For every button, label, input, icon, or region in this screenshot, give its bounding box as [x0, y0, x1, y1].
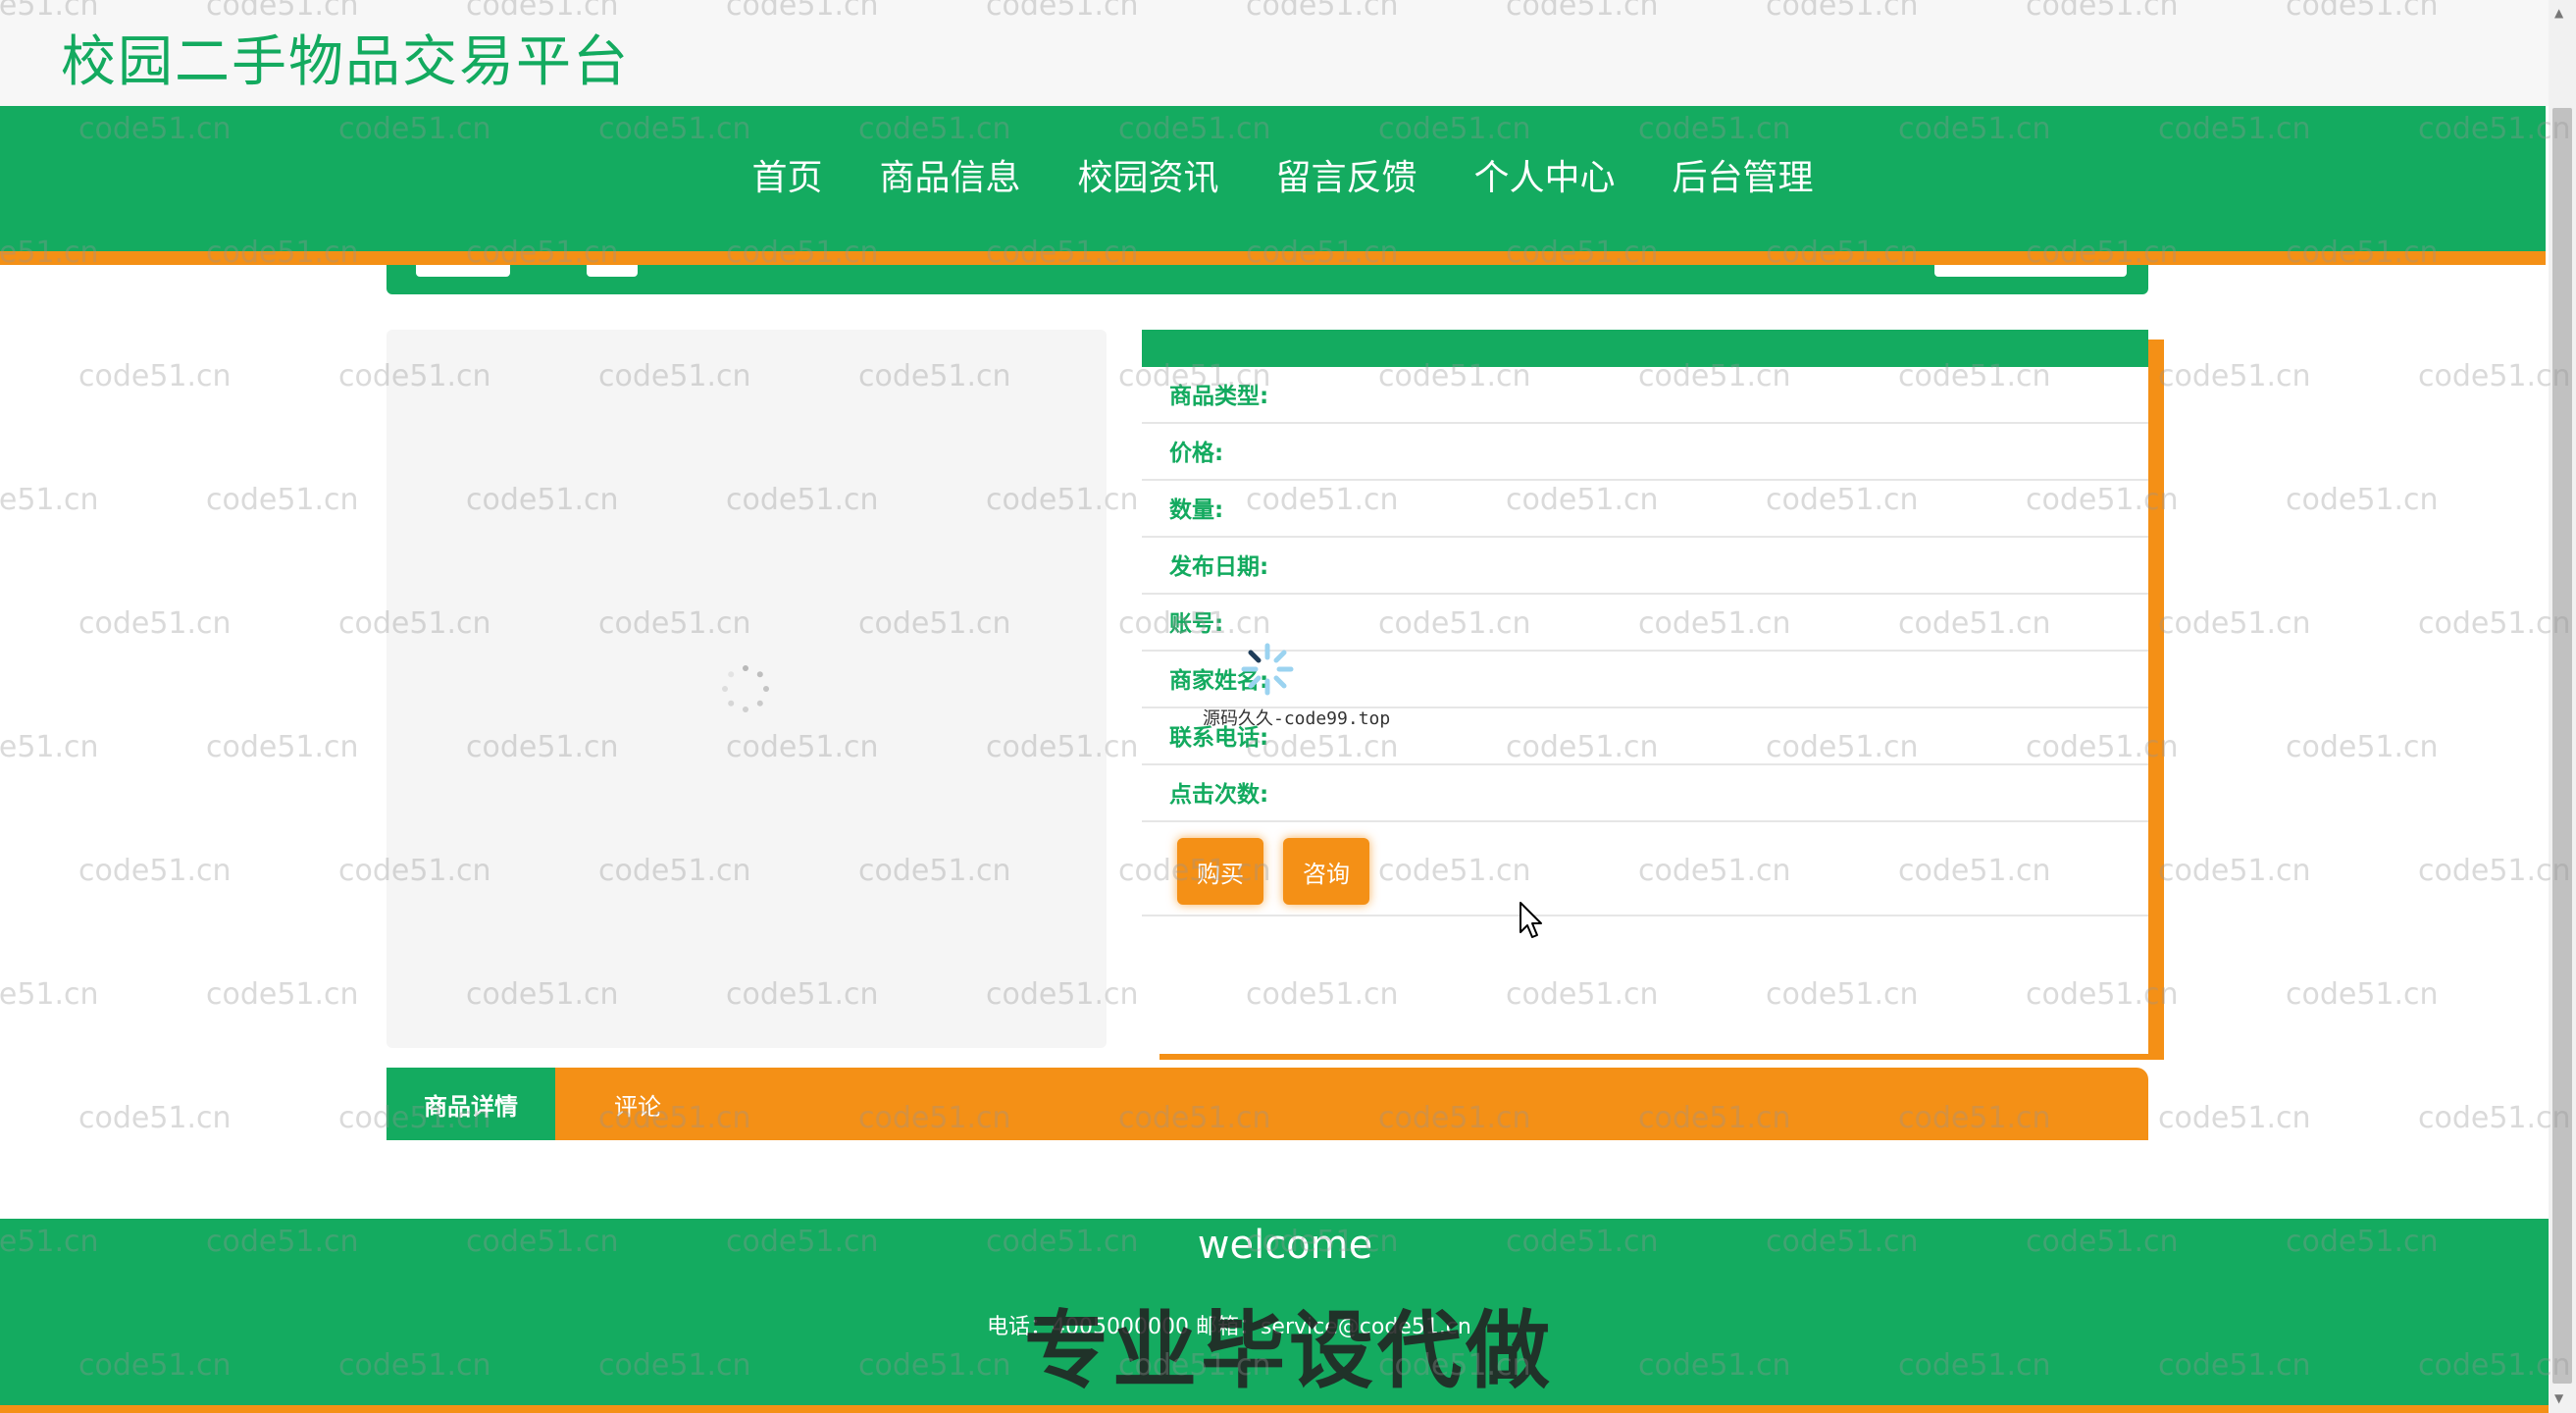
watermark-text: code51.cn: [0, 730, 99, 764]
info-label: 价格:: [1169, 441, 1224, 466]
footer-welcome: welcome: [1197, 1223, 1373, 1268]
divider: [1142, 915, 2148, 916]
watermark-text: code51.cn: [2158, 1101, 2311, 1135]
watermark-text: code51.cn: [0, 483, 99, 517]
watermark-text: code51.cn: [206, 483, 359, 517]
info-row-publish-date: 发布日期:: [1142, 538, 2148, 595]
info-row-quantity: 数量:: [1142, 481, 2148, 538]
tab-product-details[interactable]: 商品详情: [386, 1068, 555, 1140]
info-row-category: 商品类型:: [1142, 367, 2148, 424]
mouse-pointer-icon: [1520, 902, 1542, 938]
site-title[interactable]: 校园二手物品交易平台: [61, 18, 630, 97]
buy-button[interactable]: 购买: [1177, 838, 1263, 905]
watermark-text: code51.cn: [2158, 359, 2311, 393]
nav-accent-stripe: [0, 251, 2546, 265]
tab-comments[interactable]: 评论: [583, 1068, 693, 1140]
watermark-text: code51.cn: [2286, 483, 2439, 517]
info-label: 账号:: [1169, 611, 1224, 637]
nav-item-news[interactable]: 校园资讯: [1077, 149, 1218, 200]
footer-accent-stripe: [0, 1405, 2549, 1413]
nav-item-products[interactable]: 商品信息: [879, 149, 1020, 200]
loading-spinner-icon: [1241, 643, 1294, 696]
detail-tabs: 商品详情 评论: [386, 1068, 2148, 1140]
info-label: 发布日期:: [1169, 554, 1269, 580]
source-overlay-text: 源码久久-code99.top: [1203, 708, 1391, 729]
scroll-down-arrow-icon[interactable]: ▼: [2554, 1391, 2570, 1405]
site-header: 校园二手物品交易平台: [0, 0, 2549, 106]
info-label: 商品类型:: [1169, 384, 1269, 409]
watermark-text: code51.cn: [78, 606, 232, 641]
breadcrumb-chip[interactable]: [587, 265, 638, 277]
scroll-up-arrow-icon[interactable]: ▲: [2554, 6, 2570, 20]
breadcrumb-chip[interactable]: [416, 265, 510, 277]
nav-item-admin[interactable]: 后台管理: [1673, 149, 1814, 200]
promo-overlay-text: 专业毕设代做: [1024, 1302, 1554, 1400]
breadcrumb-bar: [386, 265, 2148, 294]
panel-accent-right: [2148, 340, 2164, 1060]
panel-header-bar: [1142, 330, 2148, 367]
watermark-text: code51.cn: [2286, 977, 2439, 1012]
watermark-text: code51.cn: [78, 1101, 232, 1135]
watermark-text: code51.cn: [206, 977, 359, 1012]
nav-item-feedback[interactable]: 留言反馈: [1276, 149, 1417, 200]
watermark-text: code51.cn: [2158, 854, 2311, 888]
watermark-text: code51.cn: [2286, 730, 2439, 764]
main-nav: 首页 商品信息 校园资讯 留言反馈 个人中心 后台管理: [0, 106, 2546, 251]
info-label: 点击次数:: [1169, 782, 1269, 808]
watermark-text: code51.cn: [78, 854, 232, 888]
breadcrumb-chip[interactable]: [1934, 265, 2127, 277]
watermark-text: code51.cn: [2158, 606, 2311, 641]
info-label: 数量:: [1169, 497, 1224, 523]
info-row-price: 价格:: [1142, 424, 2148, 481]
scrollbar-thumb[interactable]: [2552, 108, 2572, 1384]
loading-spinner-icon: [722, 665, 769, 712]
watermark-text: code51.cn: [206, 730, 359, 764]
nav-item-profile[interactable]: 个人中心: [1474, 149, 1616, 200]
product-image-area: [386, 330, 1107, 1048]
watermark-text: code51.cn: [0, 977, 99, 1012]
nav-item-home[interactable]: 首页: [751, 149, 822, 200]
watermark-text: code51.cn: [78, 359, 232, 393]
consult-button[interactable]: 咨询: [1283, 838, 1369, 905]
info-row-clicks: 点击次数:: [1142, 765, 2148, 822]
nav-menu: 首页 商品信息 校园资讯 留言反馈 个人中心 后台管理: [0, 149, 2546, 200]
